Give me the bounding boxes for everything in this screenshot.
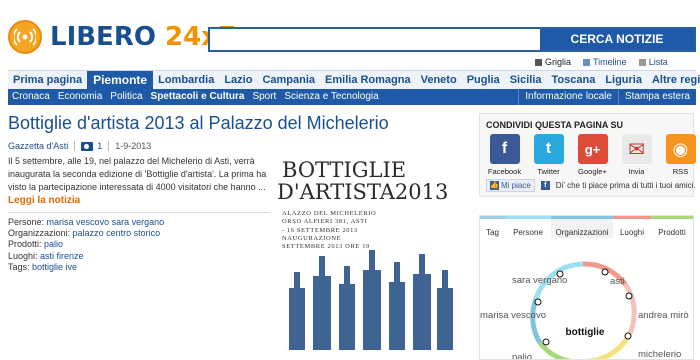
tag-wheel: bottiglie sara vergano asti andrea mirò …	[480, 261, 689, 360]
share-title: CONDIVIDI QUESTA PAGINA SU	[486, 120, 624, 130]
tag-node[interactable]: marisa vescovo	[480, 310, 546, 321]
camera-icon	[81, 141, 94, 151]
tag-value[interactable]: asti firenze	[40, 251, 84, 261]
meta-divider	[108, 141, 110, 151]
twitter-icon: t	[533, 134, 564, 164]
region-altre-regioni[interactable]: Altre regioni▼	[647, 71, 700, 90]
tag-row-luoghi: Luoghi: asti firenze	[8, 250, 84, 261]
like-row: 👍 Mi piace f Di' che ti piace prima di tu…	[486, 179, 696, 192]
region-nav: Prima pagina Piemonte Lombardia Lazio Ca…	[8, 70, 700, 90]
like-button[interactable]: 👍 Mi piace	[486, 179, 535, 192]
search-bar: CERCA NOTIZIE	[208, 27, 696, 52]
tag-row-prodotti: Prodotti: palio	[8, 239, 64, 250]
article-source[interactable]: Gazzetta d'Asti	[8, 141, 68, 151]
article-tags: Persone: marisa vescovo sara vergano Org…	[8, 217, 164, 273]
view-toggles: Griglia Timeline Lista	[535, 57, 668, 67]
grid-icon	[535, 58, 542, 66]
tag-tabs: Tag Persone Organizzazioni Luoghi Prodot…	[480, 216, 693, 238]
region-lazio[interactable]: Lazio	[219, 71, 257, 90]
section-cronaca[interactable]: Cronaca	[8, 89, 54, 105]
tag-value[interactable]: palio	[44, 239, 63, 249]
timeline-view-toggle[interactable]: Timeline	[583, 57, 627, 67]
poster-title-line1: BOTTIGLIE	[282, 158, 407, 182]
tag-row-organizzazioni: Organizzazioni: palazzo centro storico	[8, 228, 161, 239]
tag-node[interactable]: andrea mirò	[638, 310, 689, 321]
header: LIBERO 24x7 CERCA NOTIZIE Griglia Timeli…	[0, 0, 700, 68]
like-text: Di' che ti piace prima di tutti i tuoi a…	[555, 181, 696, 190]
share-facebook[interactable]: f Facebook	[488, 134, 521, 176]
region-prima-pagina[interactable]: Prima pagina	[8, 71, 87, 90]
section-sport[interactable]: Sport	[248, 89, 280, 105]
libero-logo[interactable]: LIBERO 24x7	[8, 20, 236, 54]
tag-node[interactable]: michelerio	[638, 349, 681, 360]
region-piemonte[interactable]: Piemonte	[87, 70, 154, 90]
share-rss[interactable]: ◉ RSS	[664, 134, 697, 176]
region-toscana[interactable]: Toscana	[547, 71, 601, 90]
tab-persone[interactable]: Persone	[505, 216, 551, 238]
section-stampa-estera[interactable]: Stampa estera	[617, 89, 696, 105]
tab-tag[interactable]: Tag	[480, 216, 505, 238]
share-twitter[interactable]: t Twitter	[532, 134, 565, 176]
region-puglia[interactable]: Puglia	[462, 71, 505, 90]
antenna-icon	[8, 20, 42, 54]
poster-title-line2: D'ARTISTA2013	[277, 180, 449, 204]
read-more-link[interactable]: Leggi la notizia	[8, 195, 80, 206]
section-nav: Cronaca Economia Politica Spettacoli e C…	[8, 89, 696, 105]
rss-icon: ◉	[665, 134, 696, 164]
timeline-icon	[583, 58, 591, 66]
section-nav-right: Informazione locale Stampa estera	[518, 89, 696, 105]
tab-organizzazioni[interactable]: Organizzazioni	[551, 216, 613, 238]
region-campania[interactable]: Campania	[257, 71, 320, 90]
region-lombardia[interactable]: Lombardia	[153, 71, 219, 90]
grid-view-toggle[interactable]: Griglia	[535, 57, 571, 67]
search-button[interactable]: CERCA NOTIZIE	[540, 29, 694, 50]
tab-prodotti[interactable]: Prodotti	[651, 216, 693, 238]
share-panel: CONDIVIDI QUESTA PAGINA SU f Facebook t …	[479, 113, 697, 197]
tag-node[interactable]: sara vergano	[512, 275, 567, 286]
share-icons: f Facebook t Twitter g+ Google+ ✉ Invia …	[488, 134, 697, 176]
article-excerpt: Il 5 settembre, alle 19, nel palazzo del…	[8, 156, 267, 192]
tag-wheel-center: bottiglie	[566, 327, 605, 338]
list-icon	[638, 58, 646, 66]
tag-cloud-panel: Tag Persone Organizzazioni Luoghi Prodot…	[479, 215, 694, 360]
search-input[interactable]	[210, 29, 540, 50]
tag-value[interactable]: marisa vescovo sara vergano	[47, 217, 165, 227]
region-emilia-romagna[interactable]: Emilia Romagna	[320, 71, 416, 90]
section-economia[interactable]: Economia	[54, 89, 106, 105]
tab-luoghi[interactable]: Luoghi	[613, 216, 651, 238]
article-date: 1-9-2013	[115, 141, 152, 151]
poster-subtitle: ALAZZO DEL MICHELERIO ORSO ALFIERI 381, …	[282, 210, 377, 251]
article-meta: Gazzetta d'Asti 1 1-9-2013	[8, 141, 151, 151]
region-liguria[interactable]: Liguria	[600, 71, 647, 90]
bottles-graphic	[289, 250, 453, 350]
tag-value[interactable]: bottiglie ive	[32, 262, 77, 272]
region-sicilia[interactable]: Sicilia	[505, 71, 547, 90]
tag-node[interactable]: palio	[512, 352, 532, 360]
region-veneto[interactable]: Veneto	[416, 71, 462, 90]
tag-row-persone: Persone: marisa vescovo sara vergano	[8, 217, 165, 227]
share-email[interactable]: ✉ Invia	[620, 134, 653, 176]
google-plus-icon: g+	[577, 134, 608, 164]
article-title[interactable]: Bottiglie d'artista 2013 al Palazzo del …	[8, 113, 389, 134]
meta-divider	[74, 141, 76, 151]
thumbs-up-icon: 👍	[490, 181, 499, 190]
tag-value[interactable]: palazzo centro storico	[73, 228, 161, 238]
section-informazione-locale[interactable]: Informazione locale	[518, 89, 618, 105]
section-spettacoli-cultura[interactable]: Spettacoli e Cultura	[147, 89, 249, 105]
divider	[8, 212, 270, 213]
share-google-plus[interactable]: g+ Google+	[576, 134, 609, 176]
facebook-icon: f	[489, 134, 520, 164]
article-image[interactable]: BOTTIGLIE D'ARTISTA2013 ALAZZO DEL MICHE…	[277, 152, 457, 350]
photo-count[interactable]: 1	[81, 141, 102, 151]
facebook-small-icon: f	[540, 181, 550, 190]
section-politica[interactable]: Politica	[106, 89, 146, 105]
envelope-icon: ✉	[621, 134, 652, 164]
tag-row-tags: Tags: bottiglie ive	[8, 261, 78, 272]
list-view-toggle[interactable]: Lista	[638, 57, 668, 67]
section-scienza-tecnologia[interactable]: Scienza e Tecnologia	[280, 89, 382, 105]
tag-node[interactable]: asti	[610, 276, 625, 287]
